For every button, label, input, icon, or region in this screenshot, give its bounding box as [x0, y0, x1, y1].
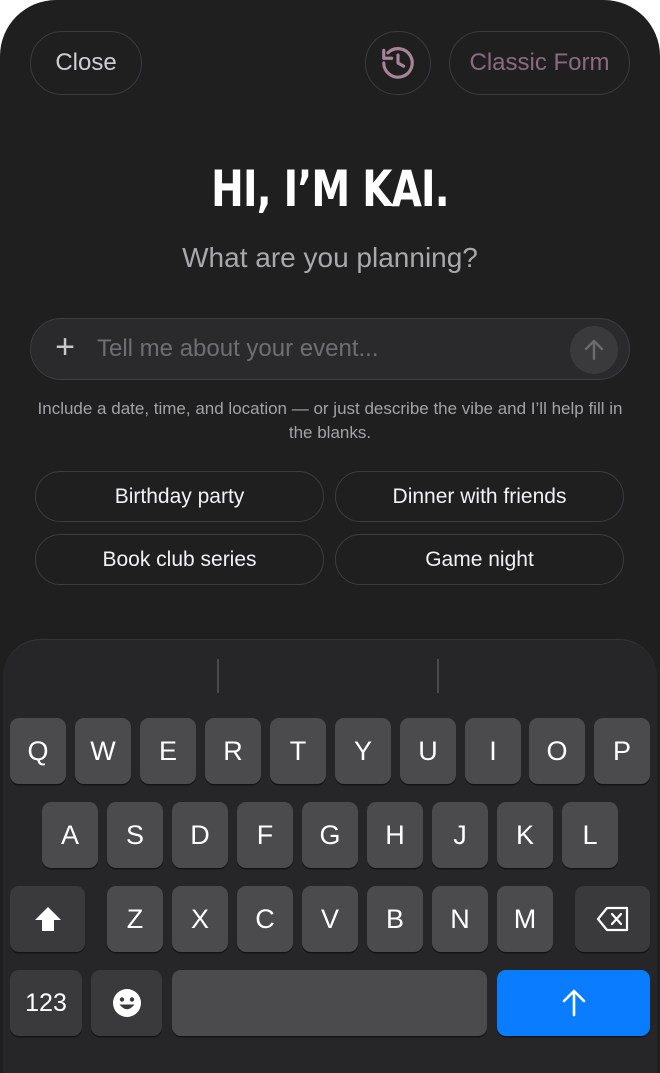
key-i[interactable]: I — [465, 718, 521, 784]
key-e[interactable]: E — [140, 718, 196, 784]
emoji-key[interactable] — [91, 970, 162, 1036]
key-g[interactable]: G — [302, 802, 358, 868]
key-f[interactable]: F — [237, 802, 293, 868]
suggestion-divider — [437, 659, 439, 693]
key-z[interactable]: Z — [107, 886, 163, 952]
key-u[interactable]: U — [400, 718, 456, 784]
key-h[interactable]: H — [367, 802, 423, 868]
key-t[interactable]: T — [270, 718, 326, 784]
key-v[interactable]: V — [302, 886, 358, 952]
key-d[interactable]: D — [172, 802, 228, 868]
numbers-key[interactable]: 123 — [10, 970, 82, 1036]
key-a[interactable]: A — [42, 802, 98, 868]
page-subtitle: What are you planning? — [182, 242, 478, 273]
key-q[interactable]: Q — [10, 718, 66, 784]
key-m[interactable]: M — [497, 886, 553, 952]
shift-icon — [34, 907, 61, 931]
close-button[interactable]: Close — [30, 31, 142, 95]
key-p[interactable]: P — [594, 718, 650, 784]
shift-key[interactable] — [10, 886, 85, 952]
keyboard: Q W E R T Y U I O P A S D F G H J K L Z … — [3, 639, 657, 1073]
key-x[interactable]: X — [172, 886, 228, 952]
emoji-icon — [112, 989, 141, 1017]
backspace-icon — [596, 906, 628, 932]
key-j[interactable]: J — [432, 802, 488, 868]
key-k[interactable]: K — [497, 802, 553, 868]
key-c[interactable]: C — [237, 886, 293, 952]
suggestion-chip[interactable]: Dinner with friends — [335, 471, 624, 522]
plus-icon[interactable]: + — [49, 330, 81, 364]
key-y[interactable]: Y — [335, 718, 391, 784]
key-o[interactable]: O — [529, 718, 585, 784]
event-input-placeholder[interactable]: Tell me about your event... — [97, 335, 378, 363]
event-input-bar[interactable]: + Tell me about your event... — [30, 318, 630, 380]
key-b[interactable]: B — [367, 886, 423, 952]
key-r[interactable]: R — [205, 718, 261, 784]
arrow-up-icon — [562, 989, 585, 1017]
key-w[interactable]: W — [75, 718, 131, 784]
suggestion-divider — [217, 659, 219, 693]
key-l[interactable]: L — [562, 802, 618, 868]
key-s[interactable]: S — [107, 802, 163, 868]
delete-key[interactable] — [575, 886, 650, 952]
suggestion-chip[interactable]: Game night — [335, 534, 624, 585]
suggestion-chip[interactable]: Birthday party — [35, 471, 324, 522]
app-screen: Close Classic Form HI, I’M KAI. What are… — [0, 0, 660, 1073]
history-button[interactable] — [365, 31, 431, 95]
space-key[interactable] — [172, 970, 487, 1036]
classic-form-button[interactable]: Classic Form — [449, 31, 630, 95]
input-hint: Include a date, time, and location — or … — [37, 399, 623, 442]
send-button[interactable] — [570, 326, 618, 374]
history-icon — [382, 47, 414, 79]
return-key[interactable] — [497, 970, 650, 1036]
suggestion-chip[interactable]: Book club series — [35, 534, 324, 585]
key-n[interactable]: N — [432, 886, 488, 952]
page-title: HI, I’M KAI. — [211, 160, 449, 218]
arrow-up-icon — [584, 339, 604, 361]
